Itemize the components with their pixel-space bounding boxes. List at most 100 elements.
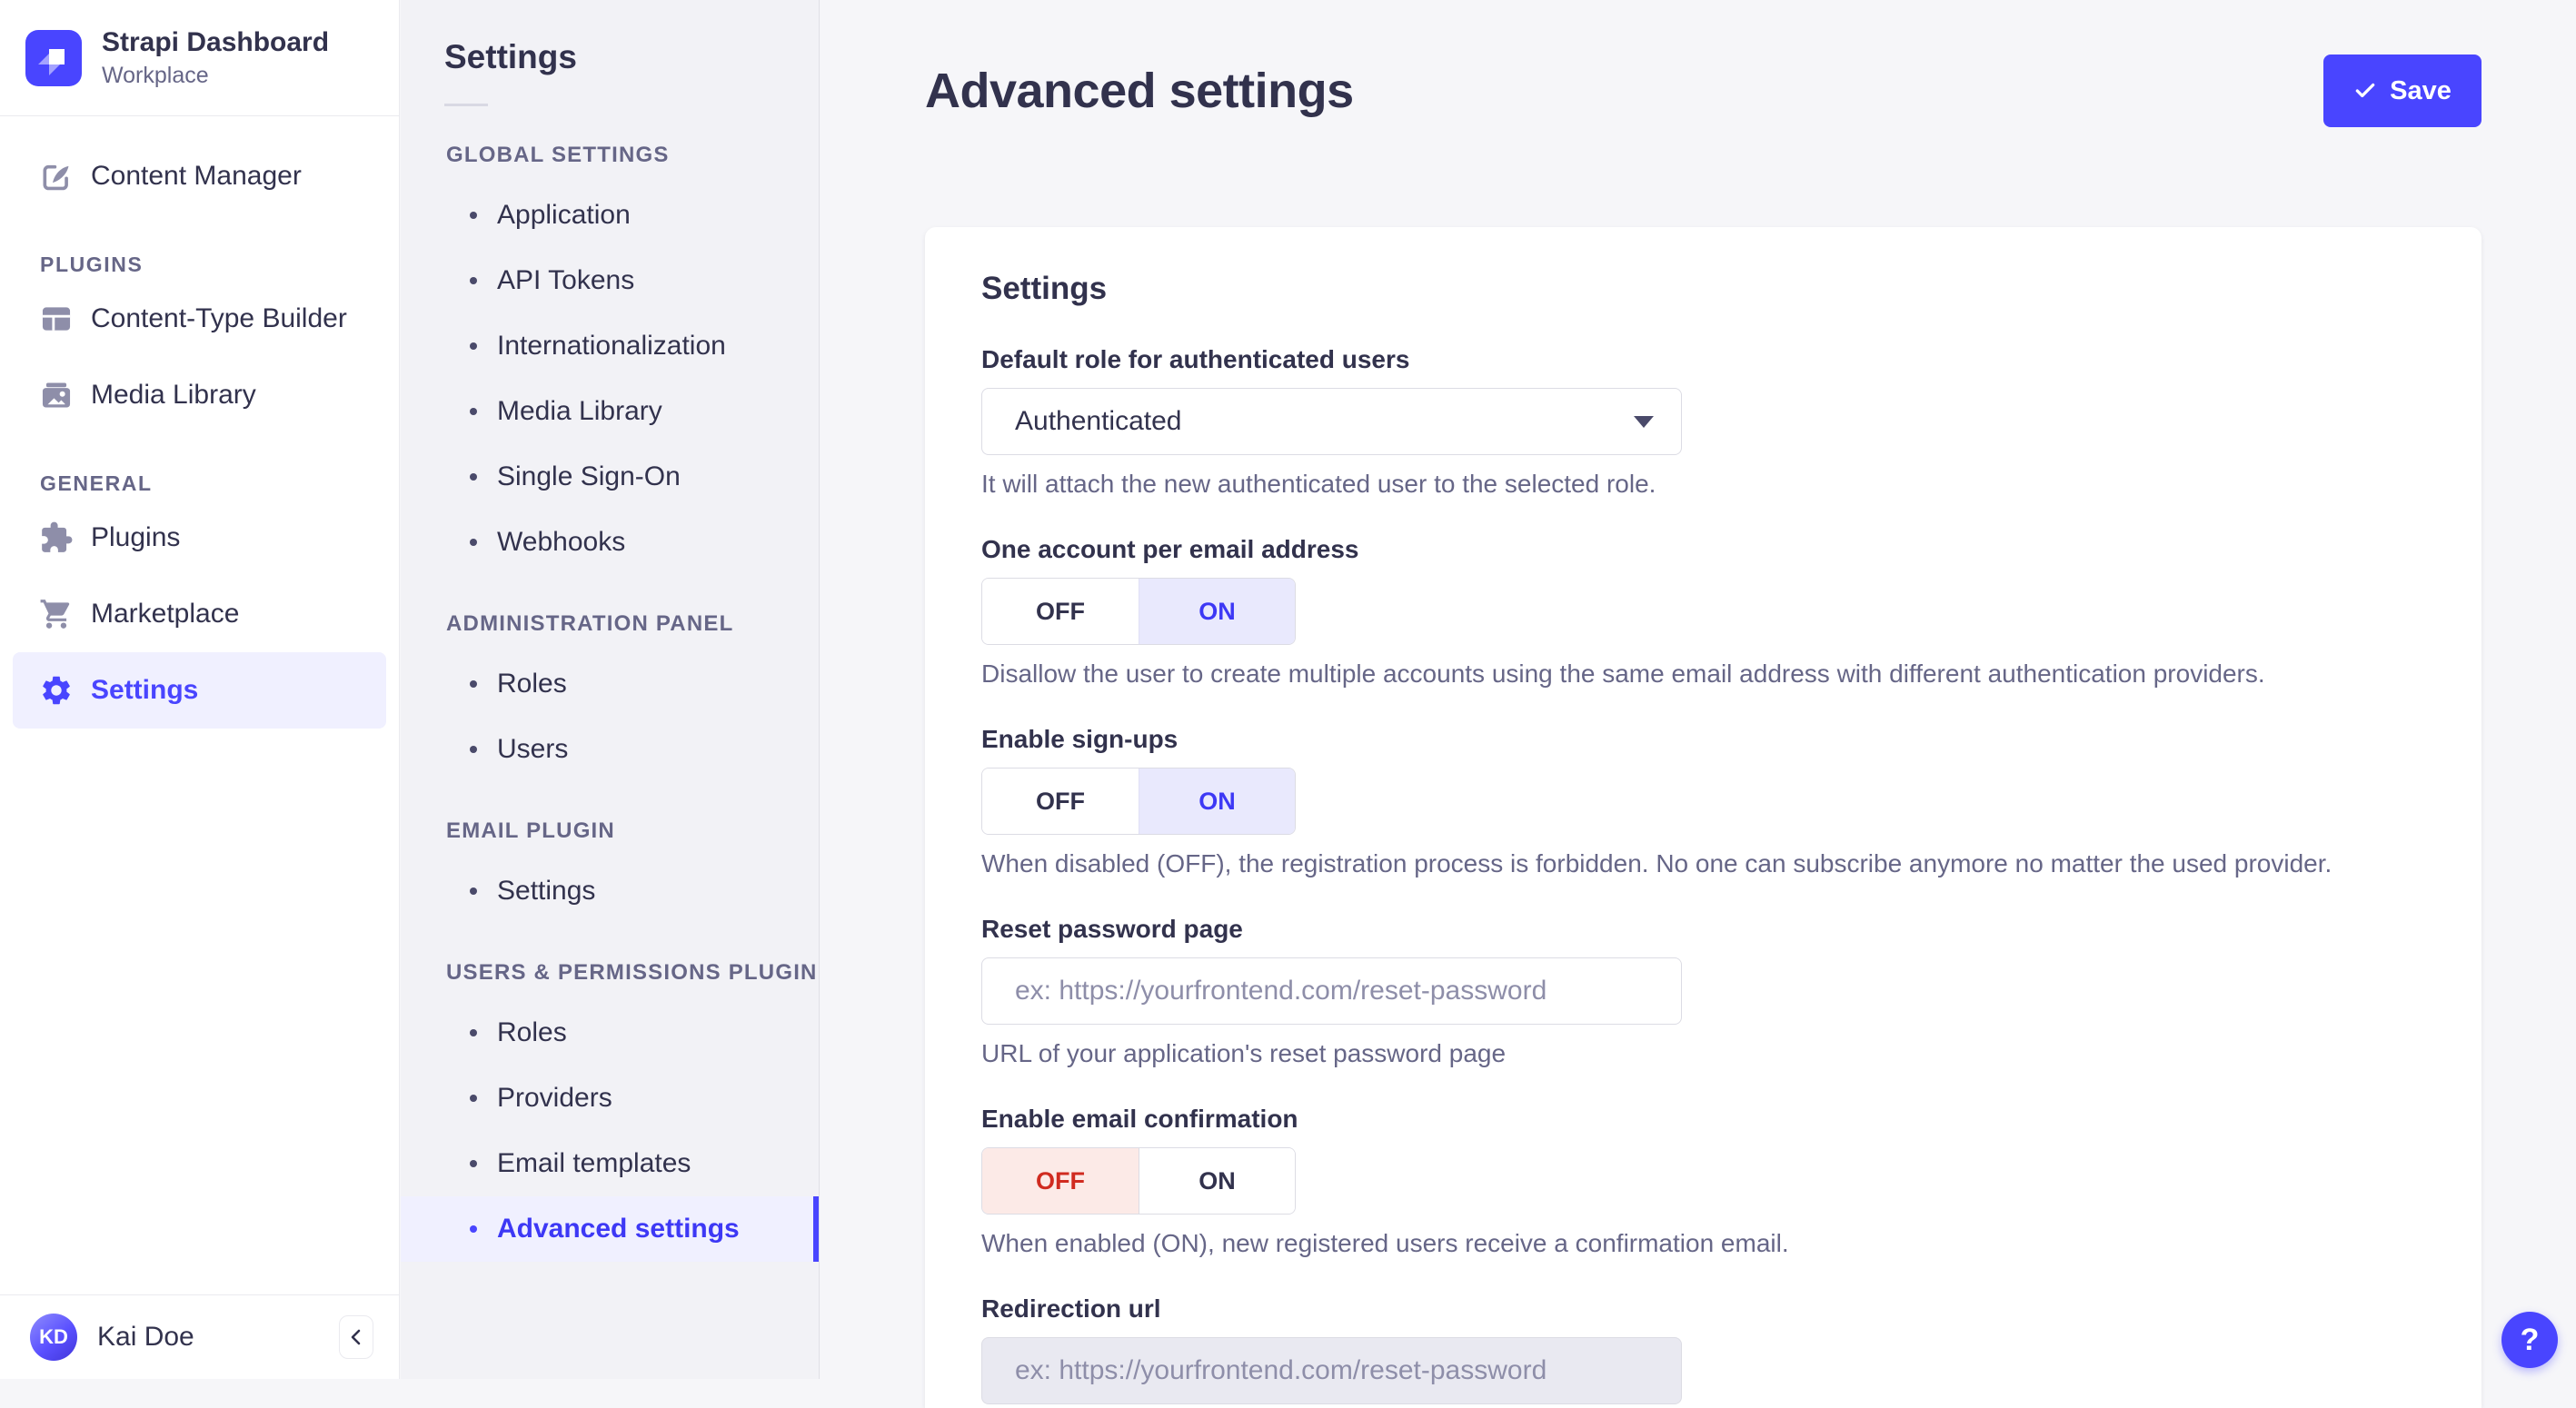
subnav-item-admin-roles[interactable]: Roles — [401, 651, 819, 717]
sidebar-item-label: Media Library — [91, 380, 256, 410]
field-enable-sign-ups: Enable sign-ups OFF ON When disabled (OF… — [981, 725, 2425, 878]
default-role-select[interactable]: Authenticated — [981, 388, 1682, 455]
sidebar-item-label: Plugins — [91, 522, 181, 552]
subnav-item-media-library[interactable]: Media Library — [401, 379, 819, 444]
bullet-icon — [470, 277, 477, 284]
settings-card: Settings Default role for authenticated … — [925, 227, 2482, 1408]
user-bar: KD Kai Doe — [0, 1294, 399, 1379]
sidebar-item-label: Content Manager — [91, 161, 302, 191]
sidebar-item-media-library[interactable]: Media Library — [0, 357, 399, 433]
toggle-off-option[interactable]: OFF — [982, 1148, 1139, 1214]
field-label: Redirection url — [981, 1294, 1161, 1323]
settings-subnav: Settings GLOBAL SETTINGS Application API… — [401, 0, 820, 1379]
bullet-icon — [470, 1225, 477, 1233]
redirection-url-input — [981, 1337, 1682, 1404]
field-one-account-per-email: One account per email address OFF ON Dis… — [981, 535, 2425, 689]
field-label: Enable email confirmation — [981, 1105, 1298, 1133]
help-button[interactable]: ? — [2501, 1312, 2558, 1368]
field-redirection-url: Redirection url — [981, 1294, 2425, 1404]
sidebar-items: Content Manager PLUGINS Content-Type Bui… — [0, 116, 399, 729]
field-hint: Disallow the user to create multiple acc… — [981, 659, 2265, 688]
subnav-section-email-plugin: EMAIL PLUGIN Settings — [401, 818, 819, 924]
subnav-item-email-settings[interactable]: Settings — [401, 858, 819, 924]
subnav-section-header: USERS & PERMISSIONS PLUGIN — [446, 960, 818, 985]
bullet-icon — [470, 342, 477, 350]
subnav-item-api-tokens[interactable]: API Tokens — [401, 248, 819, 313]
subnav-item-single-sign-on[interactable]: Single Sign-On — [401, 444, 819, 510]
sidebar-item-content-type-builder[interactable]: Content-Type Builder — [0, 281, 399, 357]
toggle-on-option[interactable]: ON — [1139, 768, 1295, 834]
bullet-icon — [470, 746, 477, 753]
bullet-icon — [470, 1095, 477, 1102]
select-value: Authenticated — [1015, 406, 1182, 436]
toggle-off-option[interactable]: OFF — [982, 579, 1139, 644]
strapi-admin: Strapi Dashboard Workplace Content Manag… — [0, 0, 2576, 1408]
sidebar-item-label: Marketplace — [91, 599, 240, 629]
app-title: Strapi Dashboard — [102, 27, 330, 58]
sidebar-item-label: Settings — [91, 675, 199, 705]
subnav-section-header: GLOBAL SETTINGS — [446, 143, 670, 167]
sign-ups-toggle: OFF ON — [981, 768, 1296, 835]
user-name: Kai Doe — [97, 1322, 194, 1352]
field-label: Reset password page — [981, 915, 1243, 943]
sidebar-item-marketplace[interactable]: Marketplace — [0, 576, 399, 652]
subnav-item-up-roles[interactable]: Roles — [401, 1000, 819, 1066]
settings-gear-icon — [38, 672, 75, 709]
content-manager-icon — [38, 158, 75, 194]
field-label: Default role for authenticated users — [981, 345, 1410, 373]
media-library-icon — [38, 377, 75, 413]
marketplace-cart-icon — [38, 596, 75, 632]
sidebar-section-general: GENERAL — [40, 471, 153, 495]
subnav-item-internationalization[interactable]: Internationalization — [401, 313, 819, 379]
strapi-logo — [25, 29, 82, 86]
sidebar-item-content-manager[interactable]: Content Manager — [0, 138, 399, 214]
field-hint: When disabled (OFF), the registration pr… — [981, 849, 2332, 878]
subnav-item-up-providers[interactable]: Providers — [401, 1066, 819, 1131]
plugins-icon — [38, 520, 75, 556]
main-content: Advanced settings Save Settings Default … — [821, 0, 2576, 1408]
card-title: Settings — [981, 271, 1108, 306]
page-title: Advanced settings — [925, 64, 1354, 118]
field-label: One account per email address — [981, 535, 1359, 563]
bullet-icon — [470, 1160, 477, 1167]
subnav-item-webhooks[interactable]: Webhooks — [401, 510, 819, 575]
subnav-section-users-permissions: USERS & PERMISSIONS PLUGIN Roles Provide… — [401, 960, 819, 1262]
field-hint: It will attach the new authenticated use… — [981, 470, 1656, 498]
reset-password-input[interactable] — [981, 957, 1682, 1025]
subnav-item-admin-users[interactable]: Users — [401, 717, 819, 782]
email-confirmation-toggle: OFF ON — [981, 1147, 1296, 1215]
bullet-icon — [470, 887, 477, 895]
workspace-name: Workplace — [102, 62, 209, 88]
subnav-title: Settings — [444, 38, 577, 75]
subnav-divider — [444, 104, 488, 106]
chevron-left-icon — [349, 1326, 363, 1348]
field-hint: When enabled (ON), new registered users … — [981, 1229, 1789, 1257]
subnav-section-global: GLOBAL SETTINGS Application API Tokens I… — [401, 143, 819, 575]
page-header: Advanced settings Save — [821, 0, 2576, 127]
bullet-icon — [470, 539, 477, 546]
subnav-item-application[interactable]: Application — [401, 183, 819, 248]
brand-text: Strapi Dashboard Workplace — [102, 25, 329, 90]
brand-block[interactable]: Strapi Dashboard Workplace — [0, 0, 399, 116]
avatar[interactable]: KD — [30, 1314, 77, 1361]
bullet-icon — [470, 408, 477, 415]
subnav-item-up-email-templates[interactable]: Email templates — [401, 1131, 819, 1196]
toggle-on-option[interactable]: ON — [1139, 1148, 1295, 1214]
bullet-icon — [470, 680, 477, 688]
caret-down-icon — [1634, 415, 1654, 428]
sidebar-item-settings[interactable]: Settings — [13, 652, 386, 729]
save-button[interactable]: Save — [2323, 55, 2482, 127]
sidebar-item-label: Content-Type Builder — [91, 303, 347, 333]
field-hint: URL of your application's reset password… — [981, 1039, 1507, 1067]
sidebar-item-plugins[interactable]: Plugins — [0, 500, 399, 576]
toggle-off-option[interactable]: OFF — [982, 768, 1139, 834]
sidebar-section-plugins: PLUGINS — [40, 253, 144, 276]
subnav-item-up-advanced-settings[interactable]: Advanced settings — [401, 1196, 819, 1262]
question-mark-icon: ? — [2520, 1322, 2540, 1357]
bullet-icon — [470, 473, 477, 481]
main-sidebar: Strapi Dashboard Workplace Content Manag… — [0, 0, 400, 1379]
field-enable-email-confirmation: Enable email confirmation OFF ON When en… — [981, 1105, 2425, 1258]
save-button-label: Save — [2390, 75, 2452, 105]
sidebar-collapse-button[interactable] — [339, 1315, 373, 1359]
toggle-on-option[interactable]: ON — [1139, 579, 1295, 644]
